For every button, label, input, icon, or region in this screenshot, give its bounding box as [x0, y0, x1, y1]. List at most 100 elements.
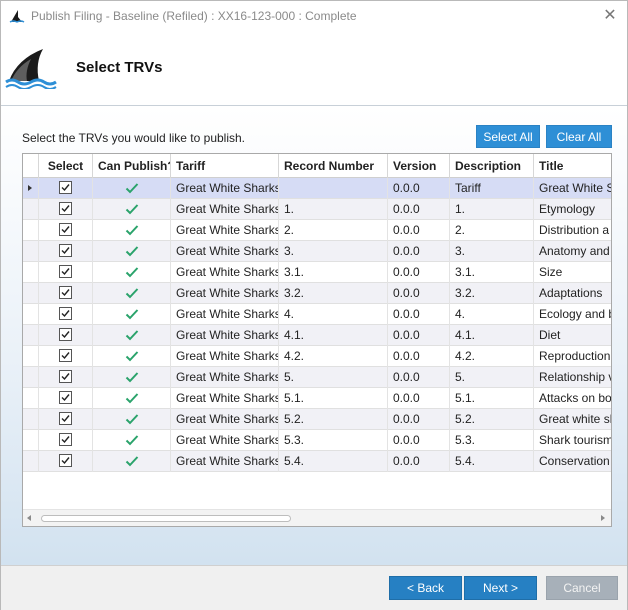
- version-cell: 0.0.0: [388, 430, 450, 451]
- table-row[interactable]: Great White Sharks 5.2. 0.0.0 5.2. Great whi…: [23, 409, 611, 430]
- description-cell: 3.1.: [450, 262, 534, 283]
- can-publish-cell: [93, 199, 171, 220]
- checkbox-checked-icon[interactable]: [59, 391, 72, 404]
- select-cell[interactable]: [39, 220, 93, 241]
- column-header-description[interactable]: Description: [450, 154, 534, 178]
- row-indicator[interactable]: [23, 241, 39, 262]
- select-cell[interactable]: [39, 241, 93, 262]
- table-row[interactable]: Great White Sharks 5.4. 0.0.0 5.4. Conservat…: [23, 451, 611, 472]
- table-row[interactable]: Great White Sharks 5.3. 0.0.0 5.3. Shark tou…: [23, 430, 611, 451]
- title-cell: Great white sh: [539, 412, 612, 426]
- description-cell: 5.3.: [450, 430, 534, 451]
- title-cell: Anatomy and: [539, 244, 610, 258]
- select-cell[interactable]: [39, 199, 93, 220]
- title-cell: Relationship v: [539, 370, 612, 384]
- checkbox-checked-icon[interactable]: [59, 370, 72, 383]
- row-indicator[interactable]: [23, 220, 39, 241]
- select-cell[interactable]: [39, 304, 93, 325]
- version-cell: 0.0.0: [388, 367, 450, 388]
- close-button[interactable]: ✕: [601, 7, 619, 25]
- table-row[interactable]: Great White Sharks 2. 0.0.0 2. Distribution …: [23, 220, 611, 241]
- row-indicator[interactable]: [23, 367, 39, 388]
- checkbox-checked-icon[interactable]: [59, 286, 72, 299]
- can-publish-cell: [93, 304, 171, 325]
- can-publish-cell: [93, 409, 171, 430]
- record-number-cell: 5.2.: [279, 409, 388, 430]
- checkbox-checked-icon[interactable]: [59, 433, 72, 446]
- select-cell[interactable]: [39, 325, 93, 346]
- tariff-cell: Great White Sharks: [171, 304, 279, 325]
- table-row[interactable]: Great White Sharks 5.1. 0.0.0 5.1. Attacks o…: [23, 388, 611, 409]
- checkbox-checked-icon[interactable]: [59, 181, 72, 194]
- record-number-cell: 4.: [279, 304, 388, 325]
- title-cell: Conservation: [539, 454, 610, 468]
- select-cell[interactable]: [39, 388, 93, 409]
- select-cell[interactable]: [39, 409, 93, 430]
- row-indicator[interactable]: [23, 388, 39, 409]
- can-publish-cell: [93, 367, 171, 388]
- column-header-version[interactable]: Version: [388, 154, 450, 178]
- description-cell: 5.1.: [450, 388, 534, 409]
- table-row[interactable]: Great White Sharks 1. 0.0.0 1. Etymology: [23, 199, 611, 220]
- row-indicator[interactable]: [23, 409, 39, 430]
- row-indicator[interactable]: [23, 325, 39, 346]
- row-indicator[interactable]: [23, 304, 39, 325]
- tariff-cell: Great White Sharks: [171, 220, 279, 241]
- checkbox-checked-icon[interactable]: [59, 412, 72, 425]
- can-publish-cell: [93, 241, 171, 262]
- row-indicator[interactable]: [23, 262, 39, 283]
- title-cell: Distribution a: [539, 223, 610, 237]
- table-row[interactable]: Great White Sharks 3.2. 0.0.0 3.2. Adaptatio…: [23, 283, 611, 304]
- column-header-select[interactable]: Select: [39, 154, 93, 178]
- cancel-button[interactable]: Cancel: [546, 576, 618, 600]
- table-row[interactable]: Great White Sharks 5. 0.0.0 5. Relationship …: [23, 367, 611, 388]
- row-indicator[interactable]: [23, 283, 39, 304]
- table-row[interactable]: Great White Sharks 0.0.0 Tariff Great White…: [23, 178, 611, 199]
- table-row[interactable]: Great White Sharks 4.2. 0.0.0 4.2. Reproduct…: [23, 346, 611, 367]
- select-cell[interactable]: [39, 451, 93, 472]
- row-indicator-header: [23, 154, 39, 178]
- version-cell: 0.0.0: [388, 178, 450, 199]
- checkbox-checked-icon[interactable]: [59, 454, 72, 467]
- select-all-button[interactable]: Select All: [476, 125, 540, 148]
- select-cell[interactable]: [39, 262, 93, 283]
- scroll-right-icon[interactable]: [601, 515, 605, 521]
- column-header-tariff[interactable]: Tariff: [171, 154, 279, 178]
- version-cell: 0.0.0: [388, 199, 450, 220]
- row-indicator[interactable]: [23, 178, 39, 199]
- select-cell[interactable]: [39, 430, 93, 451]
- table-row[interactable]: Great White Sharks 4. 0.0.0 4. Ecology and b: [23, 304, 611, 325]
- select-cell[interactable]: [39, 178, 93, 199]
- row-indicator[interactable]: [23, 430, 39, 451]
- checkbox-checked-icon[interactable]: [59, 223, 72, 236]
- select-cell[interactable]: [39, 346, 93, 367]
- checkbox-checked-icon[interactable]: [59, 265, 72, 278]
- checkbox-checked-icon[interactable]: [59, 307, 72, 320]
- row-indicator[interactable]: [23, 451, 39, 472]
- column-header-can-publish[interactable]: Can Publish?: [93, 154, 171, 178]
- row-indicator[interactable]: [23, 346, 39, 367]
- column-header-title[interactable]: Title: [534, 154, 611, 178]
- table-row[interactable]: Great White Sharks 3.1. 0.0.0 3.1. Size: [23, 262, 611, 283]
- clear-all-button[interactable]: Clear All: [546, 125, 612, 148]
- row-indicator[interactable]: [23, 199, 39, 220]
- table-row[interactable]: Great White Sharks 4.1. 0.0.0 4.1. Diet: [23, 325, 611, 346]
- back-button[interactable]: < Back: [389, 576, 462, 600]
- title-cell: Great White S: [539, 181, 612, 195]
- checkmark-icon: [125, 456, 138, 467]
- can-publish-cell: [93, 451, 171, 472]
- table-row[interactable]: Great White Sharks 3. 0.0.0 3. Anatomy and: [23, 241, 611, 262]
- checkbox-checked-icon[interactable]: [59, 328, 72, 341]
- checkbox-checked-icon[interactable]: [59, 349, 72, 362]
- scrollbar-thumb[interactable]: [41, 515, 291, 522]
- select-cell[interactable]: [39, 367, 93, 388]
- next-button[interactable]: Next >: [464, 576, 537, 600]
- horizontal-scrollbar[interactable]: [23, 509, 611, 526]
- scroll-left-icon[interactable]: [27, 515, 31, 521]
- checkbox-checked-icon[interactable]: [59, 244, 72, 257]
- checkbox-checked-icon[interactable]: [59, 202, 72, 215]
- select-cell[interactable]: [39, 283, 93, 304]
- record-number-cell: 4.2.: [279, 346, 388, 367]
- column-header-record-number[interactable]: Record Number: [279, 154, 388, 178]
- checkmark-icon: [125, 414, 138, 425]
